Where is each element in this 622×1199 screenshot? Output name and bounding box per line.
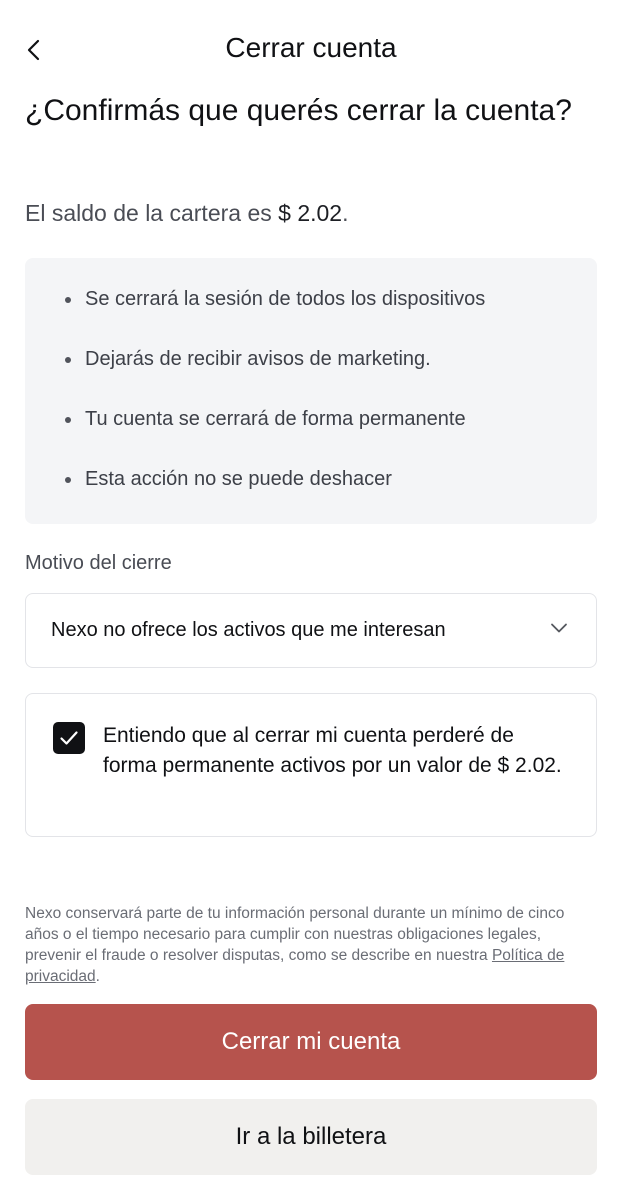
close-account-button[interactable]: Cerrar mi cuenta — [25, 1004, 597, 1080]
info-bullet: Dejarás de recibir avisos de marketing. — [65, 348, 431, 371]
bullet-dot-icon — [65, 476, 71, 483]
close-consequences-box: Se cerrará la sesión de todos los dispos… — [25, 258, 597, 524]
consent-checkbox[interactable] — [53, 722, 85, 754]
close-reason-label: Motivo del cierre — [25, 552, 172, 574]
checkmark-icon — [60, 731, 78, 745]
balance-amount: $ 2.02 — [278, 200, 343, 226]
legal-notice-suffix: . — [95, 968, 100, 985]
info-bullet-text: Dejarás de recibir avisos de marketing. — [85, 348, 431, 370]
consent-card: Entiendo que al cerrar mi cuenta perderé… — [25, 693, 597, 837]
info-bullet: Se cerrará la sesión de todos los dispos… — [65, 288, 485, 311]
close-reason-selected-value: Nexo no ofrece los activos que me intere… — [51, 619, 446, 641]
bullet-dot-icon — [65, 416, 71, 423]
legal-notice-text: Nexo conservará parte de tu información … — [25, 905, 565, 964]
bullet-dot-icon — [65, 356, 71, 363]
bullet-dot-icon — [65, 296, 71, 303]
legal-notice: Nexo conservará parte de tu información … — [25, 903, 600, 987]
wallet-balance-text: El saldo de la cartera es $ 2.02. — [25, 200, 348, 227]
info-bullet-text: Esta acción no se puede deshacer — [85, 468, 392, 490]
info-bullet-text: Se cerrará la sesión de todos los dispos… — [85, 288, 486, 310]
close-reason-select[interactable]: Nexo no ofrece los activos que me intere… — [25, 593, 597, 668]
consent-text: Entiendo que al cerrar mi cuenta perderé… — [103, 724, 562, 777]
top-bar: Cerrar cuenta — [0, 0, 622, 100]
balance-suffix: . — [342, 200, 349, 226]
info-bullet: Esta acción no se puede deshacer — [65, 468, 392, 491]
page-title: Cerrar cuenta — [225, 32, 397, 63]
info-bullet-text: Tu cuenta se cerrará de forma permanente — [85, 408, 466, 430]
balance-prefix: El saldo de la cartera es — [25, 200, 279, 226]
go-to-wallet-button[interactable]: Ir a la billetera — [25, 1099, 597, 1175]
info-bullet: Tu cuenta se cerrará de forma permanente — [65, 408, 466, 431]
chevron-down-icon — [551, 623, 567, 633]
confirm-question-heading: ¿Confirmás que querés cerrar la cuenta? — [25, 94, 572, 127]
